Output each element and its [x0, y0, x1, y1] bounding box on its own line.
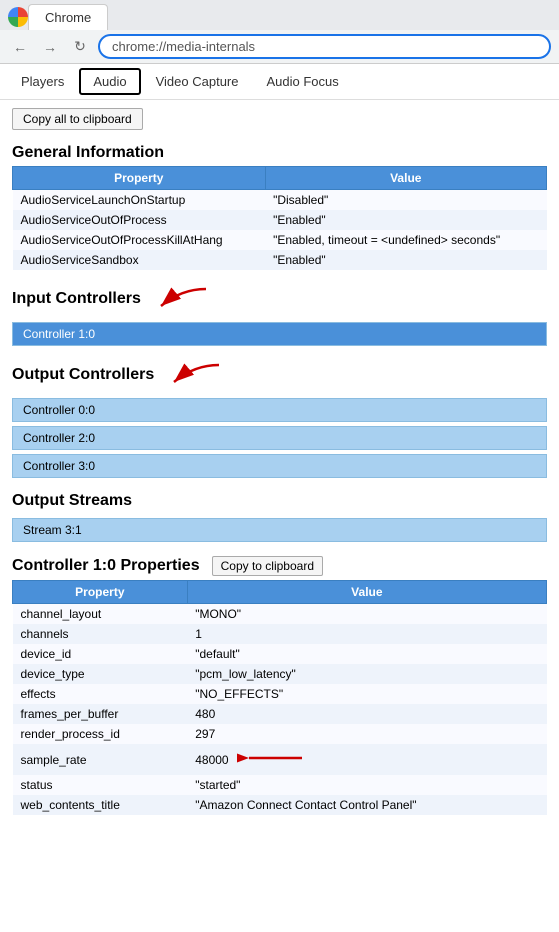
browser-nav: ← → ↻ chrome://media-internals [0, 30, 559, 63]
table-row: effects"NO_EFFECTS" [13, 684, 547, 704]
back-button[interactable]: ← [8, 35, 32, 59]
general-info-property: AudioServiceOutOfProcessKillAtHang [13, 230, 266, 250]
general-info-value: "Enabled, timeout = <undefined> seconds" [265, 230, 546, 250]
prop-value: "NO_EFFECTS" [187, 684, 546, 704]
prop-property: channel_layout [13, 604, 188, 625]
output-controllers-heading: Output Controllers [12, 366, 154, 384]
prop-value: "default" [187, 644, 546, 664]
output-controller-item-0[interactable]: Controller 0:0 [12, 398, 547, 422]
table-row: status"started" [13, 775, 547, 795]
tab-players[interactable]: Players [8, 69, 77, 94]
page-tab-nav: Players Audio Video Capture Audio Focus [0, 64, 559, 100]
forward-icon: → [43, 39, 57, 55]
tab-audio-focus[interactable]: Audio Focus [253, 69, 351, 94]
table-row: channel_layout"MONO" [13, 604, 547, 625]
chrome-logo-icon [8, 7, 28, 27]
browser-tab[interactable]: Chrome [28, 4, 108, 30]
input-controllers-arrow-icon [151, 284, 211, 314]
output-controllers-list: Controller 0:0 Controller 2:0 Controller… [12, 398, 547, 478]
controller-properties-header: Controller 1:0 Properties Copy to clipbo… [0, 550, 559, 580]
general-table-header-property: Property [13, 167, 266, 190]
output-controller-item-3[interactable]: Controller 3:0 [12, 454, 547, 478]
sample-rate-arrow-icon [237, 747, 307, 772]
tab-bar: Chrome [0, 0, 559, 30]
input-controllers-list: Controller 1:0 [12, 322, 547, 346]
general-info-value: "Disabled" [265, 190, 546, 211]
general-info-property: AudioServiceSandbox [13, 250, 266, 270]
reload-button[interactable]: ↻ [68, 35, 92, 59]
prop-property: web_contents_title [13, 795, 188, 815]
prop-value: 480 [187, 704, 546, 724]
output-streams-heading: Output Streams [0, 486, 559, 514]
browser-tab-label: Chrome [45, 10, 91, 25]
prop-property: channels [13, 624, 188, 644]
prop-value: 297 [187, 724, 546, 744]
prop-property: status [13, 775, 188, 795]
general-info-value: "Enabled" [265, 250, 546, 270]
prop-property: device_id [13, 644, 188, 664]
output-controllers-arrow-icon [164, 360, 224, 390]
props-table-header-value: Value [187, 581, 546, 604]
input-controller-item[interactable]: Controller 1:0 [12, 322, 547, 346]
table-row: device_type"pcm_low_latency" [13, 664, 547, 684]
stream-item[interactable]: Stream 3:1 [12, 518, 547, 542]
table-row: render_process_id297 [13, 724, 547, 744]
prop-property: device_type [13, 664, 188, 684]
general-info-property: AudioServiceOutOfProcess [13, 210, 266, 230]
browser-chrome: Chrome ← → ↻ chrome://media-internals [0, 0, 559, 64]
prop-value: 1 [187, 624, 546, 644]
prop-property: effects [13, 684, 188, 704]
prop-value: "pcm_low_latency" [187, 664, 546, 684]
general-table-header-value: Value [265, 167, 546, 190]
tab-video-capture[interactable]: Video Capture [143, 69, 252, 94]
prop-value: 48000 [187, 744, 546, 775]
prop-property: frames_per_buffer [13, 704, 188, 724]
controller-properties-table: Property Value channel_layout"MONO"chann… [12, 580, 547, 815]
prop-value: "started" [187, 775, 546, 795]
output-controllers-section: Output Controllers [0, 354, 559, 394]
general-info-value: "Enabled" [265, 210, 546, 230]
prop-property: render_process_id [13, 724, 188, 744]
input-controllers-section: Input Controllers [0, 278, 559, 318]
back-icon: ← [13, 39, 27, 55]
input-controllers-heading: Input Controllers [12, 290, 141, 308]
address-text: chrome://media-internals [112, 39, 255, 54]
general-info-property: AudioServiceLaunchOnStartup [13, 190, 266, 211]
reload-icon: ↻ [74, 38, 86, 55]
table-row: web_contents_title"Amazon Connect Contac… [13, 795, 547, 815]
forward-button[interactable]: → [38, 35, 62, 59]
copy-to-clipboard-button[interactable]: Copy to clipboard [212, 556, 323, 576]
address-bar[interactable]: chrome://media-internals [98, 34, 551, 59]
page-content: Players Audio Video Capture Audio Focus … [0, 64, 559, 815]
output-streams-list: Stream 3:1 [12, 518, 547, 542]
prop-property: sample_rate [13, 744, 188, 775]
general-information-table: Property Value AudioServiceLaunchOnStart… [12, 166, 547, 270]
table-row: channels1 [13, 624, 547, 644]
general-information-heading: General Information [0, 138, 559, 166]
props-table-header-property: Property [13, 581, 188, 604]
prop-value: "Amazon Connect Contact Control Panel" [187, 795, 546, 815]
table-row: frames_per_buffer480 [13, 704, 547, 724]
prop-value: "MONO" [187, 604, 546, 625]
copy-all-button[interactable]: Copy all to clipboard [12, 108, 143, 130]
controller-properties-heading: Controller 1:0 Properties [12, 557, 200, 575]
table-row: sample_rate48000 [13, 744, 547, 775]
output-controller-item-2[interactable]: Controller 2:0 [12, 426, 547, 450]
tab-audio[interactable]: Audio [79, 68, 140, 95]
table-row: device_id"default" [13, 644, 547, 664]
